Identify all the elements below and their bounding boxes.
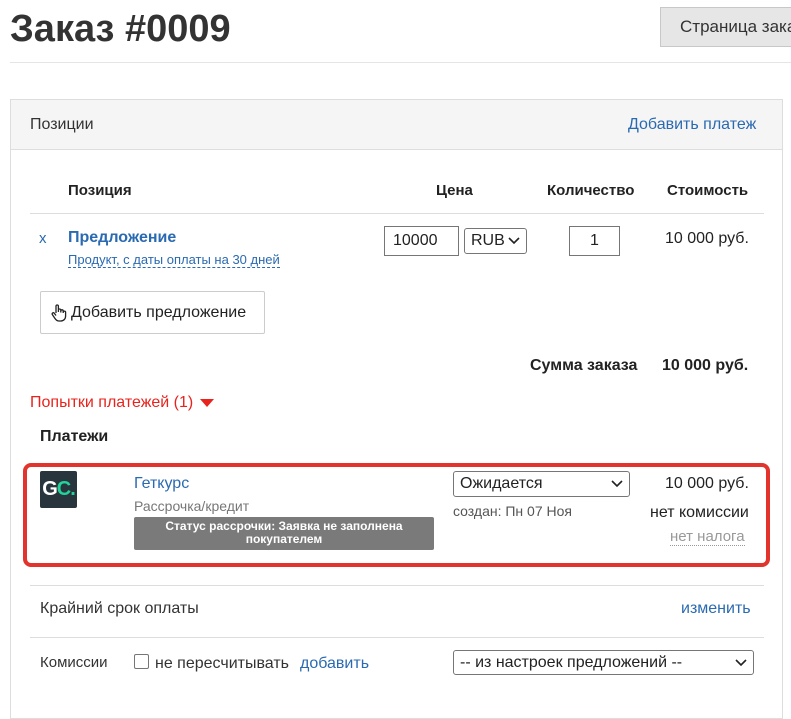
column-header-quantity: Количество xyxy=(547,182,635,199)
payment-amount: 10 000 руб. xyxy=(665,475,749,492)
payments-title: Платежи xyxy=(40,428,109,445)
fees-label: Комиссии xyxy=(40,654,108,671)
offer-title-link[interactable]: Предложение xyxy=(68,229,176,247)
payment-attempts-toggle[interactable]: Попытки платежей (1) xyxy=(30,394,215,412)
no-recalc-label[interactable]: не пересчитывать xyxy=(155,655,289,673)
add-payment-link[interactable]: Добавить платеж xyxy=(628,116,756,134)
payment-provider-link[interactable]: Геткурс xyxy=(134,475,189,493)
column-header-position: Позиция xyxy=(68,182,132,199)
hand-pointer-icon xyxy=(51,303,67,322)
change-deadline-link[interactable]: изменить xyxy=(681,600,751,618)
header-divider xyxy=(10,62,791,63)
column-header-price: Цена xyxy=(436,182,473,199)
no-recalc-checkbox[interactable] xyxy=(134,654,149,669)
page-title: Заказ #0009 xyxy=(10,8,231,50)
deadline-divider-bottom xyxy=(30,637,764,638)
price-input[interactable]: 10000 xyxy=(384,226,459,256)
item-cost: 10 000 руб. xyxy=(665,230,749,247)
logo-accent-text: C. xyxy=(56,478,76,500)
remove-item-button[interactable]: x xyxy=(39,230,47,247)
add-fee-link[interactable]: добавить xyxy=(300,655,369,673)
currency-select-value: RUB xyxy=(471,232,505,249)
view-page-button[interactable]: Страница заказа xyxy=(660,7,791,47)
logo-text: G xyxy=(42,478,58,500)
installment-status-badge: Статус рассрочки: Заявка не заполнена по… xyxy=(134,517,434,550)
payment-tax-link[interactable]: нет налога xyxy=(670,528,745,546)
currency-select[interactable]: RUB xyxy=(464,228,527,254)
chevron-down-icon xyxy=(508,237,520,245)
chevron-down-icon xyxy=(735,658,747,666)
table-header-divider xyxy=(30,213,764,214)
column-header-cost: Стоимость xyxy=(667,182,749,199)
add-offer-button[interactable]: Добавить предложение xyxy=(40,291,265,334)
payment-created-date: создан: Пн 07 Ноя xyxy=(453,503,572,519)
view-page-label: Страница заказа xyxy=(680,17,791,36)
deadline-divider-top xyxy=(30,585,764,586)
payment-method: Рассрочка/кредит xyxy=(134,498,250,514)
payment-deadline-label: Крайний срок оплаты xyxy=(40,600,199,617)
order-sum-value: 10 000 руб. xyxy=(662,357,749,374)
fee-settings-select[interactable]: -- из настроек предложений -- xyxy=(453,650,754,675)
quantity-input[interactable]: 1 xyxy=(569,226,620,256)
offer-subtitle-link[interactable]: Продукт, с даты оплаты на 30 дней xyxy=(68,252,280,268)
add-offer-label: Добавить предложение xyxy=(71,303,247,321)
payment-attempts-label: Попытки платежей (1) xyxy=(30,394,194,411)
fee-settings-value: -- из настроек предложений -- xyxy=(460,654,683,671)
payment-status-select[interactable]: Ожидается xyxy=(453,471,630,497)
caret-down-icon xyxy=(200,399,215,407)
positions-panel-title: Позиции xyxy=(30,116,94,133)
payment-fee: нет комиссии xyxy=(650,504,749,521)
getcourse-logo: G C. xyxy=(40,471,77,508)
chevron-down-icon xyxy=(611,480,623,488)
order-sum-label: Сумма заказа xyxy=(530,357,638,374)
payment-status-value: Ожидается xyxy=(460,475,543,492)
